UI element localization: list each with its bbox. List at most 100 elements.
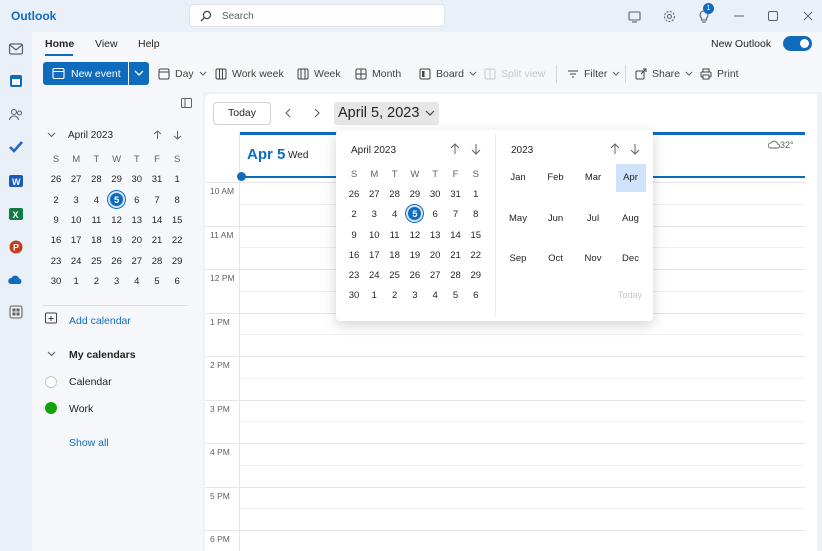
split-view-button[interactable]: Split view: [484, 67, 545, 81]
mini-calendar-day-cell[interactable]: 27: [127, 256, 147, 267]
picker-day-cell[interactable]: 28: [385, 189, 405, 200]
mini-calendar-day-cell[interactable]: 21: [147, 235, 167, 246]
maximize-icon[interactable]: [765, 8, 781, 24]
collapse-pane-icon[interactable]: [181, 98, 192, 108]
settings-gear-icon[interactable]: [661, 8, 677, 24]
arrow-up-icon[interactable]: [609, 143, 621, 155]
mini-calendar-day-cell[interactable]: 29: [107, 174, 127, 185]
arrow-up-icon[interactable]: [153, 130, 162, 140]
picker-day-cell[interactable]: 2: [344, 209, 364, 220]
mini-calendar-day-cell[interactable]: 6: [167, 276, 187, 287]
picker-day-cell[interactable]: 17: [364, 250, 384, 261]
show-all-link[interactable]: Show all: [69, 437, 109, 449]
picker-day-cell[interactable]: 11: [385, 230, 405, 241]
mini-calendar-day-cell[interactable]: 26: [107, 256, 127, 267]
mini-calendar-day-cell[interactable]: 7: [147, 195, 167, 206]
picker-day-cell[interactable]: 1: [466, 189, 486, 200]
mini-calendar-day-cell[interactable]: 24: [66, 256, 86, 267]
picker-day-cell[interactable]: 13: [425, 230, 445, 241]
mini-calendar-day-cell[interactable]: 6: [127, 195, 147, 206]
mini-calendar-day-cell[interactable]: 5: [107, 195, 127, 206]
mini-calendar-day-cell[interactable]: 4: [86, 195, 106, 206]
picker-month-cell[interactable]: Oct: [541, 245, 571, 273]
picker-day-cell[interactable]: 7: [446, 209, 466, 220]
month-button[interactable]: Month: [355, 67, 401, 81]
add-calendar-icon[interactable]: [45, 312, 57, 324]
picker-day-cell[interactable]: 8: [466, 209, 486, 220]
mini-calendar-day-cell[interactable]: 10: [66, 215, 86, 226]
arrow-up-icon[interactable]: [449, 143, 461, 155]
mini-calendar-day-cell[interactable]: 30: [127, 174, 147, 185]
picker-day-cell[interactable]: 9: [344, 230, 364, 241]
work-week-button[interactable]: Work week: [215, 67, 284, 81]
picker-month-cell[interactable]: Jun: [541, 205, 571, 233]
mini-calendar-day-cell[interactable]: 16: [46, 235, 66, 246]
more-apps-icon[interactable]: [8, 304, 24, 320]
picker-day-cell[interactable]: 21: [446, 250, 466, 261]
picker-day-cell[interactable]: 2: [385, 290, 405, 301]
calendar-icon[interactable]: [8, 73, 24, 89]
new-event-button[interactable]: New event: [43, 62, 128, 85]
day-number[interactable]: Apr 5: [247, 146, 285, 163]
my-calendars-heading[interactable]: My calendars: [69, 349, 136, 361]
picker-day-cell[interactable]: 25: [385, 270, 405, 281]
picker-day-cell[interactable]: 14: [446, 230, 466, 241]
picker-month-cell[interactable]: Feb: [541, 164, 571, 192]
picker-month-cell[interactable]: Aug: [616, 205, 646, 233]
picker-month-title[interactable]: April 2023: [351, 145, 396, 156]
mini-calendar-day-cell[interactable]: 8: [167, 195, 187, 206]
people-icon[interactable]: [8, 107, 24, 123]
mini-calendar-day-cell[interactable]: 19: [107, 235, 127, 246]
picker-day-cell[interactable]: 26: [344, 189, 364, 200]
onedrive-icon[interactable]: [8, 272, 24, 288]
mini-calendar-day-cell[interactable]: 17: [66, 235, 86, 246]
picker-day-cell[interactable]: 31: [446, 189, 466, 200]
mini-calendar-day-cell[interactable]: 15: [167, 215, 187, 226]
mini-calendar-day-cell[interactable]: 25: [86, 256, 106, 267]
mini-calendar-day-cell[interactable]: 13: [127, 215, 147, 226]
arrow-down-icon[interactable]: [470, 143, 482, 155]
picker-day-cell[interactable]: 27: [425, 270, 445, 281]
mini-calendar-day-cell[interactable]: 18: [86, 235, 106, 246]
word-icon[interactable]: W: [8, 173, 24, 189]
week-button[interactable]: Week: [297, 67, 341, 81]
picker-day-cell[interactable]: 23: [344, 270, 364, 281]
mini-calendar-day-cell[interactable]: 11: [86, 215, 106, 226]
picker-day-cell[interactable]: 26: [405, 270, 425, 281]
picker-day-cell[interactable]: 24: [364, 270, 384, 281]
picker-day-cell[interactable]: 29: [405, 189, 425, 200]
mail-icon[interactable]: [8, 41, 24, 57]
arrow-down-icon[interactable]: [629, 143, 641, 155]
board-button[interactable]: Board: [419, 67, 477, 81]
mini-calendar-day-cell[interactable]: 28: [147, 256, 167, 267]
mini-calendar-day-cell[interactable]: 28: [86, 174, 106, 185]
chevron-down-icon[interactable]: [47, 351, 56, 357]
picker-day-cell[interactable]: 1: [364, 290, 384, 301]
mini-calendar-day-cell[interactable]: 12: [107, 215, 127, 226]
date-picker-toggle[interactable]: April 5, 2023: [334, 102, 439, 125]
tab-view[interactable]: View: [95, 38, 118, 50]
picker-day-cell[interactable]: 12: [405, 230, 425, 241]
mini-calendar-day-cell[interactable]: 22: [167, 235, 187, 246]
minimize-icon[interactable]: [731, 8, 747, 24]
mini-calendar-day-cell[interactable]: 26: [46, 174, 66, 185]
picker-month-cell[interactable]: Mar: [578, 164, 608, 192]
add-calendar-link[interactable]: Add calendar: [69, 315, 131, 327]
picker-day-cell[interactable]: 27: [364, 189, 384, 200]
work-color-dot[interactable]: [45, 402, 57, 414]
mini-calendar-day-cell[interactable]: 23: [46, 256, 66, 267]
day-view-button[interactable]: Day: [158, 67, 207, 81]
picker-day-cell[interactable]: 3: [364, 209, 384, 220]
mini-calendar-day-cell[interactable]: 2: [86, 276, 106, 287]
picker-day-cell[interactable]: 30: [344, 290, 364, 301]
mini-calendar-day-cell[interactable]: 3: [107, 276, 127, 287]
mini-calendar-day-cell[interactable]: 4: [127, 276, 147, 287]
picker-month-cell[interactable]: Nov: [578, 245, 608, 273]
mini-calendar-day-cell[interactable]: 1: [66, 276, 86, 287]
mini-calendar-day-cell[interactable]: 27: [66, 174, 86, 185]
excel-icon[interactable]: X: [8, 206, 24, 222]
picker-month-cell[interactable]: Jul: [578, 205, 608, 233]
picker-day-cell[interactable]: 19: [405, 250, 425, 261]
filter-button[interactable]: Filter: [567, 67, 620, 81]
picker-day-cell[interactable]: 5: [446, 290, 466, 301]
